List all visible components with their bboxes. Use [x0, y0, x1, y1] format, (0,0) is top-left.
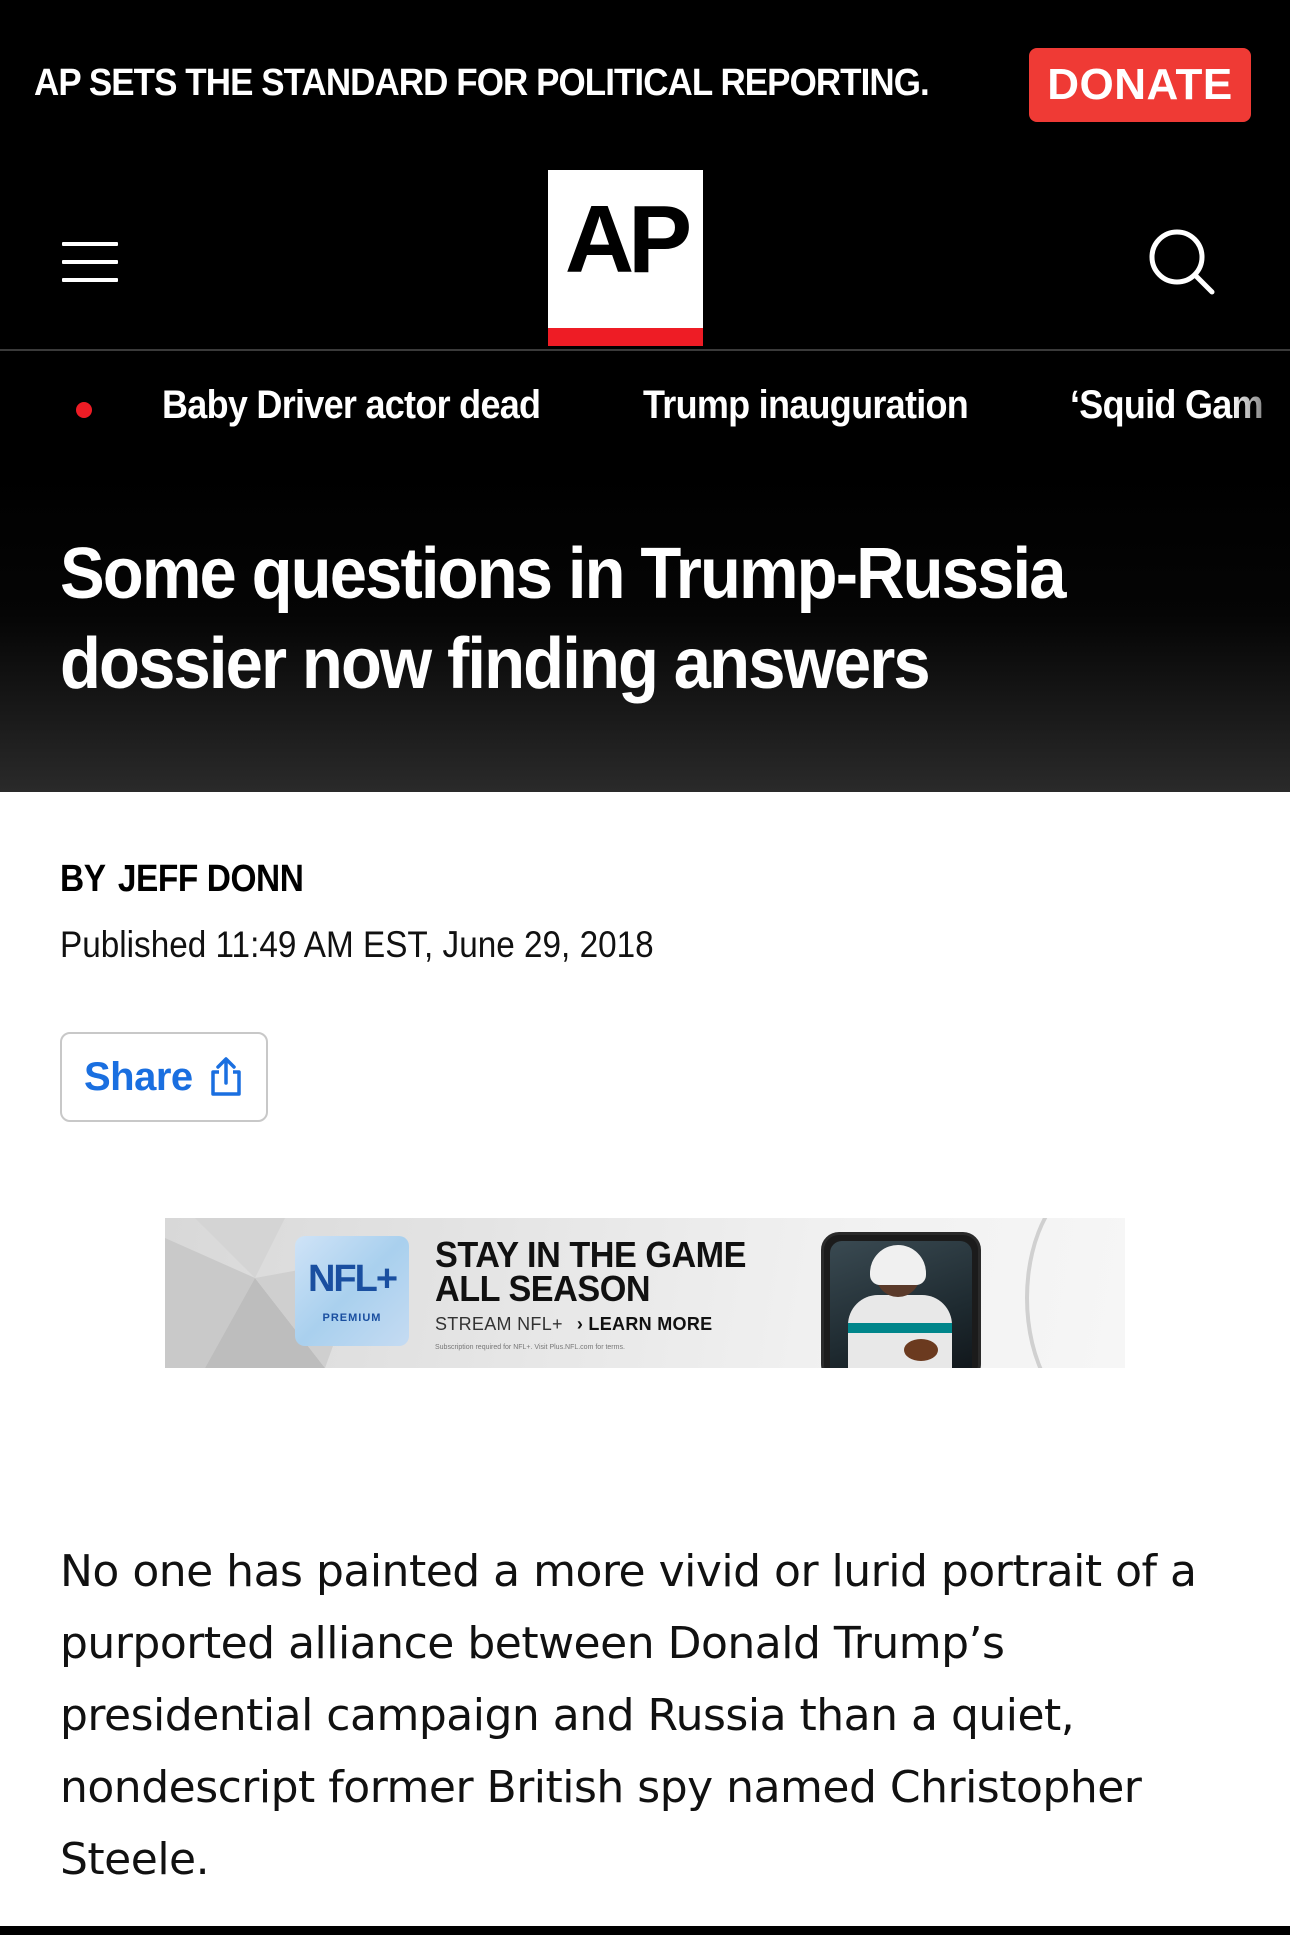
bottom-divider: [0, 1926, 1290, 1935]
share-button[interactable]: Share: [60, 1032, 268, 1122]
ad-phone-image: [821, 1232, 981, 1368]
ad-cta-prefix: STREAM NFL+: [435, 1314, 563, 1334]
logo-text: AP: [564, 186, 692, 293]
nfl-premium-text: PREMIUM: [322, 1312, 382, 1324]
share-icon: [210, 1057, 241, 1096]
logo-red-bar: [548, 328, 703, 346]
ad-cta[interactable]: STREAM NFL+ › LEARN MORE: [435, 1314, 712, 1335]
trending-item-trump-inauguration[interactable]: Trump inauguration: [643, 383, 969, 428]
ad-arc-graphic: [1025, 1218, 1125, 1368]
ad-headline: STAY IN THE GAME ALL SEASON: [435, 1234, 815, 1309]
article-hero: Some questions in Trump-Russia dossier n…: [0, 471, 1290, 792]
byline-prefix: BY: [60, 858, 106, 900]
article-headline: Some questions in Trump-Russia dossier n…: [60, 534, 1066, 704]
byline: BY JEFF DONN: [60, 858, 304, 901]
nfl-plus-logo: NFL+ PREMIUM: [295, 1236, 409, 1346]
site-header: AP: [0, 170, 1290, 350]
ad-fine-print: Subscription required for NFL+. Visit Pl…: [435, 1344, 625, 1351]
trending-bar: Baby Driver actor dead Trump inauguratio…: [0, 351, 1290, 471]
hamburger-menu-icon[interactable]: [62, 240, 118, 284]
trending-fade: [1230, 351, 1290, 471]
nfl-plus-logo-text: NFL+: [307, 1258, 398, 1300]
author-link[interactable]: JEFF DONN: [118, 858, 304, 900]
nfl-plus-ad-banner[interactable]: NFL+ PREMIUM STAY IN THE GAME ALL SEASON…: [165, 1218, 1125, 1368]
ad-headline-line2: ALL SEASON: [435, 1268, 651, 1309]
publish-date: Published 11:49 AM EST, June 29, 2018: [60, 924, 654, 965]
search-icon[interactable]: [1146, 226, 1216, 296]
promo-text: AP SETS THE STANDARD FOR POLITICAL REPOR…: [34, 62, 930, 104]
live-dot-icon: [76, 402, 92, 418]
promo-bar: AP SETS THE STANDARD FOR POLITICAL REPOR…: [0, 0, 1290, 170]
ap-logo[interactable]: AP: [548, 170, 703, 346]
donate-button[interactable]: DONATE: [1029, 48, 1251, 122]
trending-item-baby-driver[interactable]: Baby Driver actor dead: [162, 383, 541, 428]
ad-headline-line1: STAY IN THE GAME: [435, 1234, 747, 1275]
share-label: Share: [84, 1054, 193, 1099]
article-body-paragraph: No one has painted a more vivid or lurid…: [60, 1546, 1197, 1885]
ad-learn-more[interactable]: › LEARN MORE: [577, 1314, 713, 1334]
